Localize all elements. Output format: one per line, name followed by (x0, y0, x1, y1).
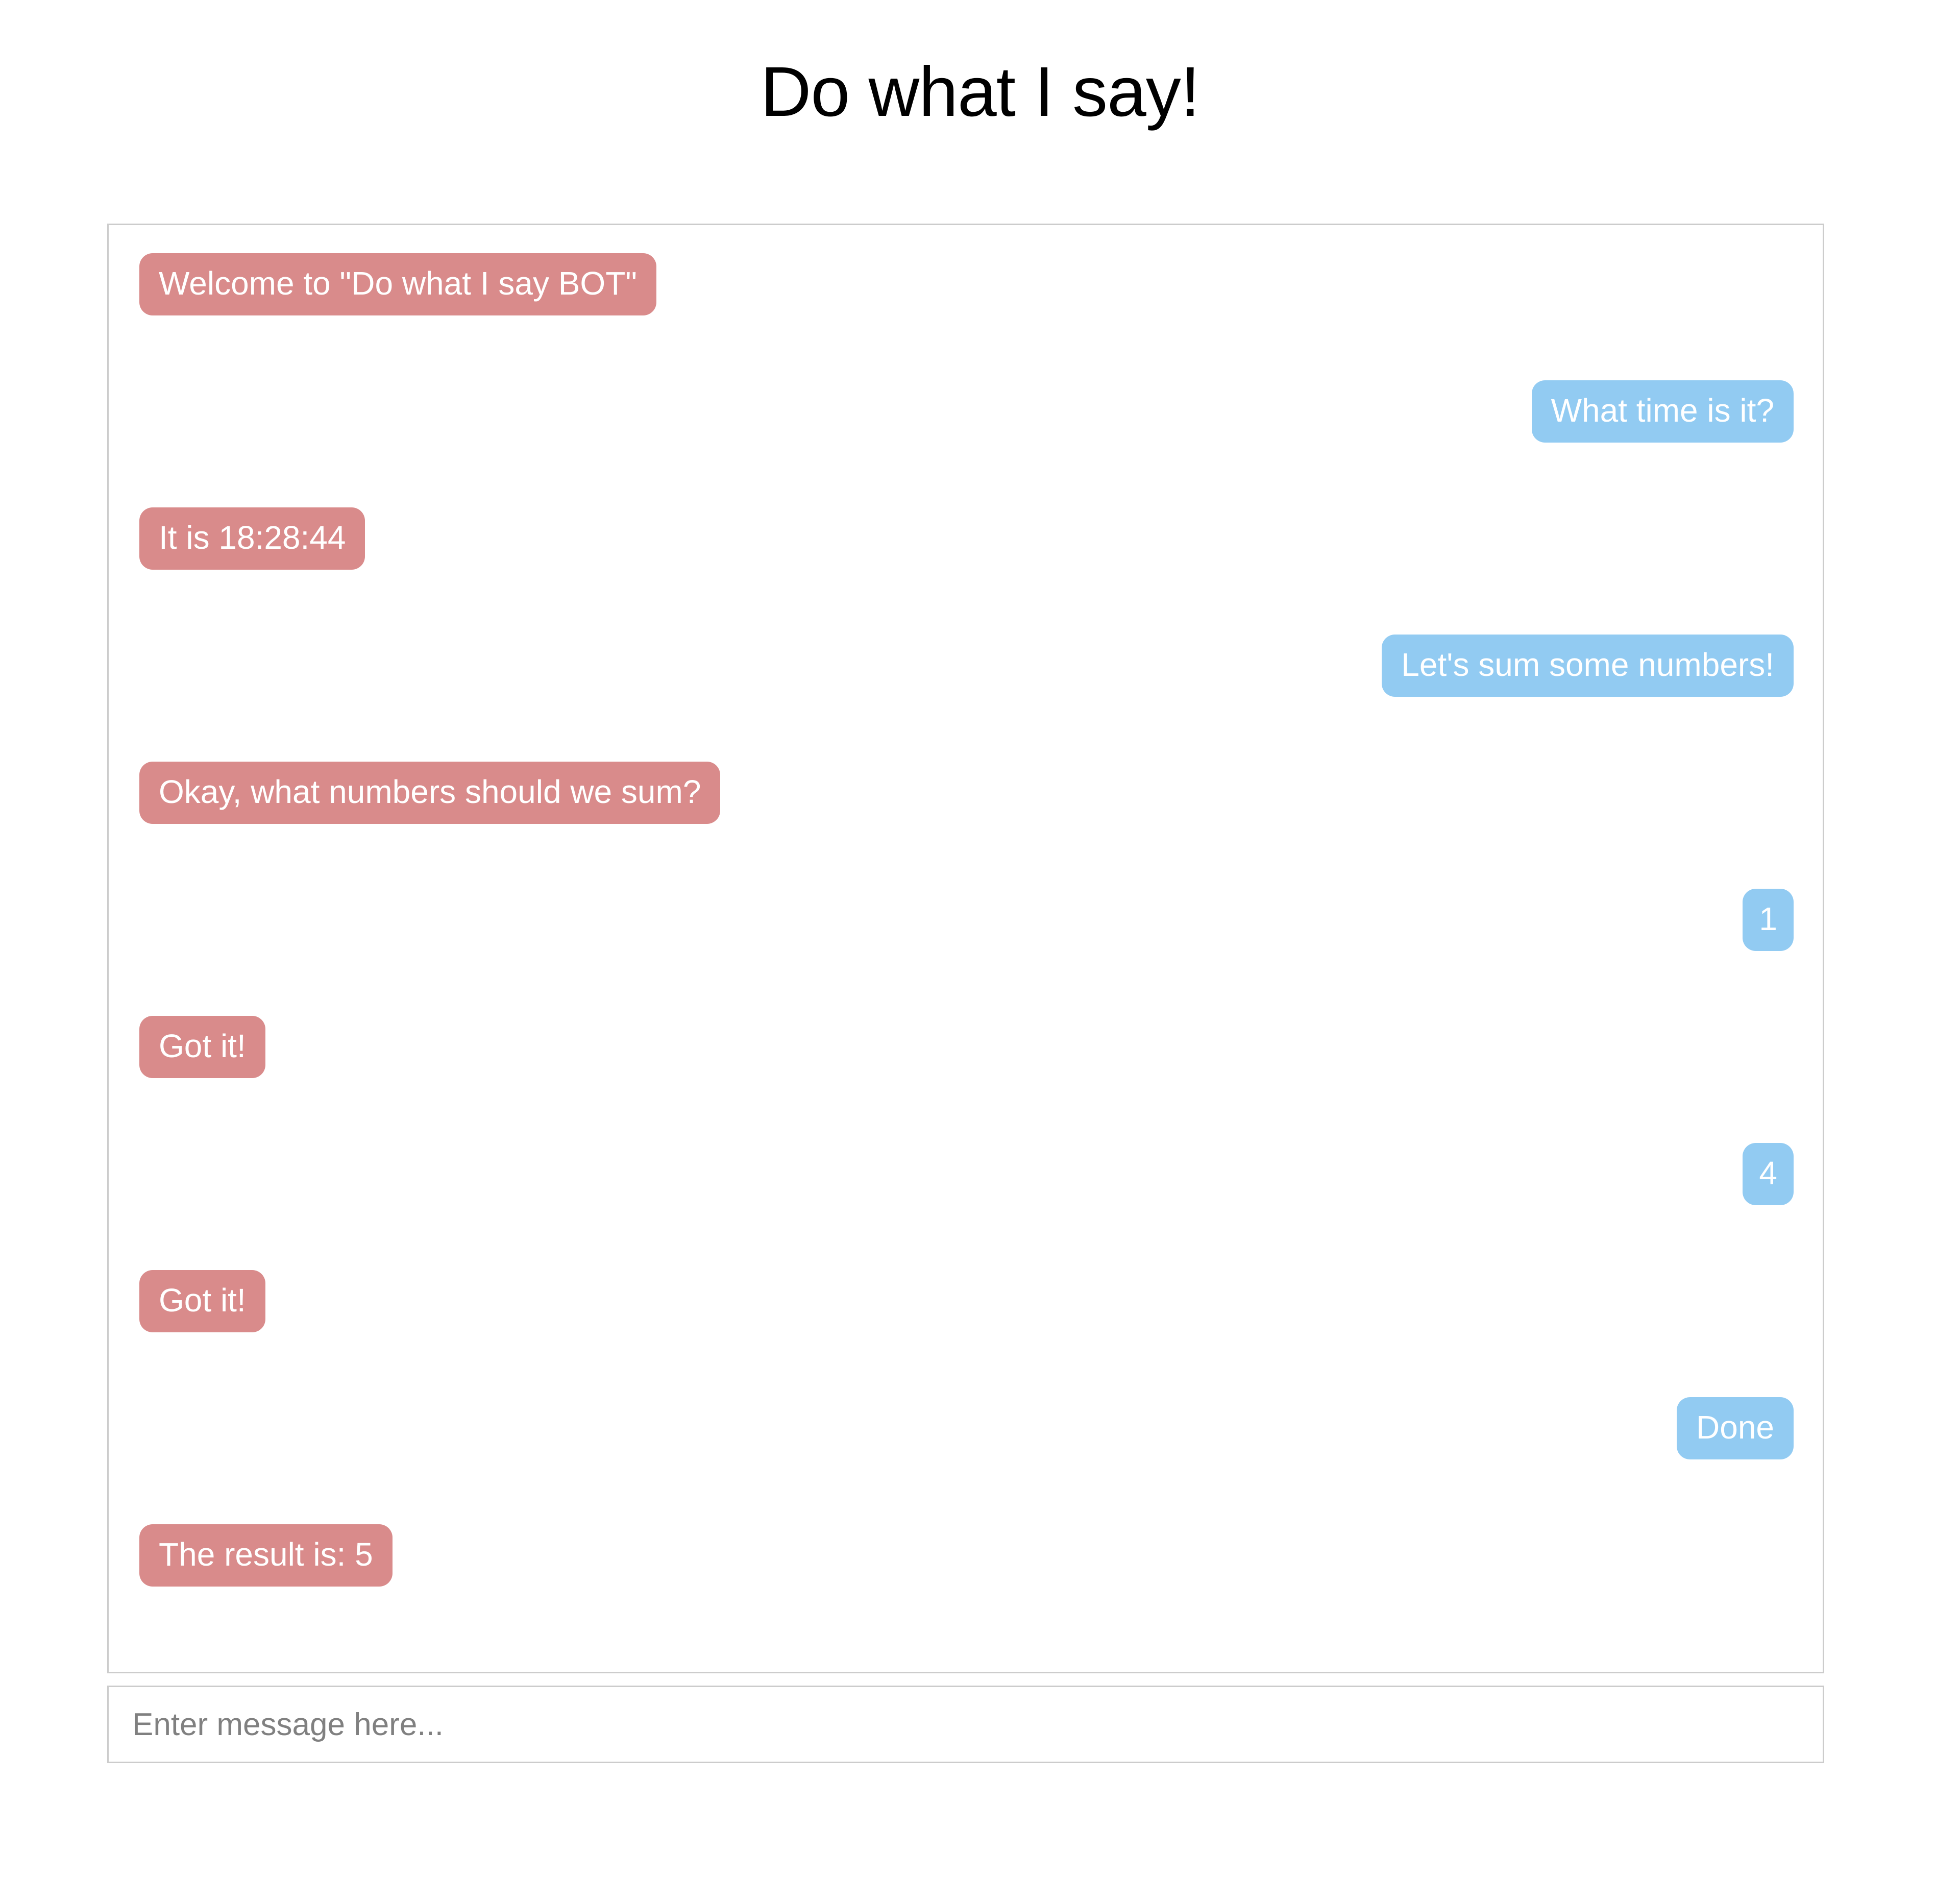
message-row: The result is: 5 (139, 1524, 1794, 1587)
message-list: Welcome to "Do what I say BOT" What time … (109, 225, 1823, 1597)
user-message-bubble: Let's sum some numbers! (1382, 635, 1794, 697)
message-row: Welcome to "Do what I say BOT" (139, 253, 1794, 315)
user-message-bubble: 4 (1743, 1143, 1794, 1205)
page-title: Do what I say! (760, 53, 1200, 131)
message-row: Got it! (139, 1270, 1794, 1332)
bot-message-bubble: Got it! (139, 1270, 265, 1332)
composer-bar[interactable] (107, 1686, 1824, 1763)
user-message-bubble: What time is it? (1531, 380, 1794, 443)
message-row: 4 (139, 1143, 1794, 1205)
bot-message-bubble: The result is: 5 (139, 1524, 393, 1587)
message-row: Got it! (139, 1016, 1794, 1078)
chat-panel: Welcome to "Do what I say BOT" What time … (107, 224, 1824, 1673)
message-row: It is 18:28:44 (139, 507, 1794, 570)
bot-message-bubble: Got it! (139, 1016, 265, 1078)
message-row: What time is it? (139, 380, 1794, 443)
bot-message-bubble: Okay, what numbers should we sum? (139, 762, 721, 824)
user-message-bubble: 1 (1743, 889, 1794, 951)
bot-message-bubble: It is 18:28:44 (139, 507, 365, 570)
message-row: Done (139, 1397, 1794, 1459)
chat-app-page: Do what I say! Welcome to "Do what I say… (0, 0, 1960, 1877)
message-row: Let's sum some numbers! (139, 635, 1794, 697)
user-message-bubble: Done (1677, 1397, 1794, 1459)
bot-message-bubble: Welcome to "Do what I say BOT" (139, 253, 656, 315)
message-row: 1 (139, 889, 1794, 951)
message-row: Okay, what numbers should we sum? (139, 762, 1794, 824)
message-input[interactable] (109, 1687, 1823, 1762)
